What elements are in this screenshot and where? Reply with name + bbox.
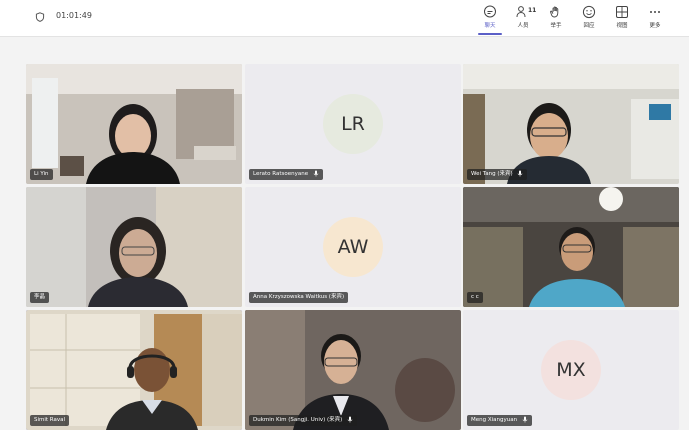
mic-muted-icon: [522, 416, 528, 423]
participant-name: Lerato Ratsoenyane: [253, 171, 309, 177]
participant-name: Anna Krzyszowska Waitkus (来宾): [249, 292, 349, 303]
people-button[interactable]: 11 人员: [509, 5, 537, 33]
more-icon: [650, 11, 660, 13]
video-feed: [26, 310, 242, 430]
participant-name: Wei Tang (来宾): [471, 171, 513, 177]
smiley-icon: [582, 5, 596, 19]
participant-name-tag: Lerato Ratsoenyane: [249, 169, 323, 180]
participant-name: Dukmin Kim (Sangji. Univ) (来宾): [253, 417, 343, 423]
grid-view-icon: [616, 6, 628, 18]
chat-icon: [484, 5, 496, 18]
video-feed: [463, 64, 679, 184]
participant-tile-wei-tang[interactable]: Wei Tang (来宾): [463, 64, 679, 184]
participant-name: Li Yin: [30, 169, 53, 180]
participant-name: Meng Xiangyuan: [471, 417, 518, 423]
avatar: LR: [323, 94, 383, 154]
mic-muted-icon: [518, 170, 523, 177]
participant-tile-li-jing[interactable]: 李晶: [26, 187, 242, 307]
participant-tile-lerato[interactable]: LR Lerato Ratsoenyane: [245, 64, 461, 184]
participant-tile-meng-xiangyuan[interactable]: MX Meng Xiangyuan: [463, 310, 679, 430]
view-button[interactable]: 视图: [608, 5, 636, 33]
participant-tile-anna[interactable]: AW Anna Krzyszowska Waitkus (来宾): [245, 187, 461, 307]
mic-muted-icon: [347, 416, 353, 423]
raise-hand-label: 举手: [550, 23, 562, 29]
people-label: 人员: [517, 23, 529, 29]
participant-name-tag: Dukmin Kim (Sangji. Univ) (来宾): [249, 415, 358, 426]
call-timer: 01:01:49: [56, 11, 92, 20]
participant-tile-dukmin-kim[interactable]: Dukmin Kim (Sangji. Univ) (来宾): [245, 310, 461, 430]
avatar: AW: [323, 217, 383, 277]
participant-tile-simit-raval[interactable]: Simit Raval: [26, 310, 242, 430]
avatar: MX: [541, 340, 601, 400]
participant-tile-cc[interactable]: c c: [463, 187, 679, 307]
people-count-badge: 11: [528, 7, 537, 14]
hand-icon: [550, 6, 559, 18]
video-feed: [26, 64, 242, 184]
participant-name-tag: Wei Tang (来宾): [467, 169, 528, 180]
participant-name: 李晶: [30, 292, 50, 303]
shield-icon: [35, 12, 45, 22]
participant-tile-li-yin[interactable]: Li Yin: [26, 64, 242, 184]
meeting-toolbar: 01:01:49 聊天 11 人员 举手 回应 视图 更多: [0, 0, 689, 37]
participant-name: c c: [467, 292, 483, 303]
video-feed: [463, 187, 679, 307]
more-button[interactable]: 更多: [641, 5, 669, 33]
react-button[interactable]: 回应: [575, 5, 603, 33]
mic-muted-icon: [313, 170, 319, 177]
video-feed: [26, 187, 242, 307]
chat-button[interactable]: 聊天: [476, 5, 504, 35]
participant-name: Simit Raval: [30, 415, 70, 426]
view-label: 视图: [616, 23, 628, 29]
react-label: 回应: [583, 23, 595, 29]
more-label: 更多: [649, 23, 661, 29]
participant-name-tag: Meng Xiangyuan: [467, 415, 532, 426]
raise-hand-button[interactable]: 举手: [542, 5, 570, 33]
video-feed: [245, 310, 461, 430]
chat-label: 聊天: [484, 23, 496, 29]
